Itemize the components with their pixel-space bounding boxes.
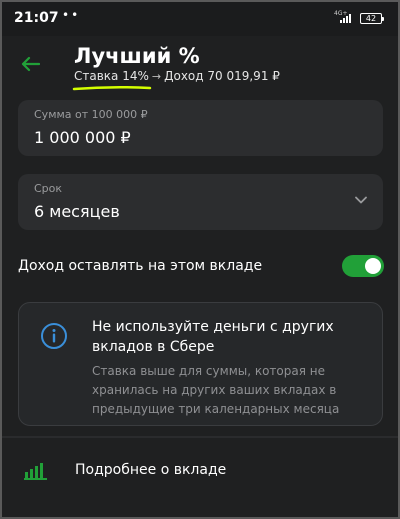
details-label: Подробнее о вкладе bbox=[75, 462, 227, 478]
highlight-underline bbox=[72, 85, 152, 91]
divider bbox=[0, 436, 400, 438]
battery-icon: 42 bbox=[360, 13, 384, 24]
chevron-down-icon bbox=[355, 196, 367, 204]
income-toggle-row: Доход оставлять на этом вкладе bbox=[0, 250, 400, 284]
notification-dots: •• bbox=[62, 8, 81, 22]
back-button[interactable] bbox=[16, 50, 44, 78]
term-label: Срок bbox=[34, 182, 63, 195]
details-link[interactable]: Подробнее о вкладе bbox=[0, 446, 400, 496]
page-title: Лучший % bbox=[74, 44, 200, 68]
battery-level: 42 bbox=[365, 14, 377, 23]
status-bar: 21:07 •• 4G+ 42 bbox=[0, 0, 400, 36]
amount-field[interactable]: Сумма от 100 000 ₽ 1 000 000 ₽ bbox=[18, 100, 383, 156]
status-time: 21:07 bbox=[14, 10, 59, 26]
arrow-icon: → bbox=[151, 70, 162, 83]
info-icon bbox=[41, 323, 67, 349]
info-title: Не используйте деньги с других вкладов в… bbox=[92, 319, 334, 355]
info-card: Не используйте деньги с других вкладов в… bbox=[18, 302, 383, 426]
rate-text: Ставка 14% bbox=[74, 69, 149, 83]
amount-label: Сумма от 100 000 ₽ bbox=[34, 108, 148, 121]
info-text: Ставка выше для суммы, которая не хранил… bbox=[92, 364, 340, 416]
toggle-knob bbox=[365, 258, 381, 274]
amount-value: 1 000 000 ₽ bbox=[34, 128, 131, 147]
income-toggle-label: Доход оставлять на этом вкладе bbox=[18, 258, 263, 274]
back-arrow-icon bbox=[21, 56, 40, 72]
term-select[interactable]: Срок 6 месяцев bbox=[18, 174, 383, 230]
header: Лучший % Ставка 14% → Доход 70 019,91 ₽ bbox=[0, 36, 400, 100]
income-text: Доход 70 019,91 ₽ bbox=[164, 69, 280, 83]
rate-subtitle: Ставка 14% → Доход 70 019,91 ₽ bbox=[74, 69, 280, 83]
signal-icon bbox=[340, 14, 351, 23]
term-value: 6 месяцев bbox=[34, 202, 120, 221]
bar-chart-icon bbox=[24, 463, 47, 480]
income-toggle[interactable] bbox=[342, 255, 384, 277]
